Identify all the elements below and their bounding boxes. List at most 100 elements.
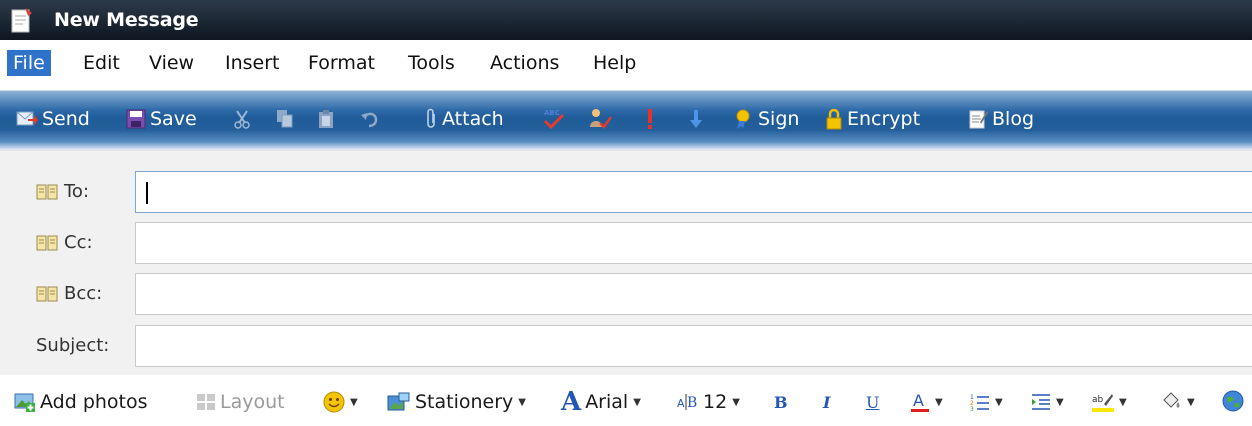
high-priority-button[interactable] bbox=[646, 105, 654, 133]
paint-bucket-icon bbox=[1163, 392, 1180, 408]
insert-hyperlink-button[interactable] bbox=[1222, 389, 1246, 415]
stationery-label: Stationery bbox=[415, 391, 514, 413]
save-icon bbox=[126, 109, 146, 129]
new-message-icon bbox=[11, 8, 32, 33]
underline-button[interactable]: U bbox=[866, 389, 879, 415]
chevron-down-icon: ▼ bbox=[1119, 396, 1127, 408]
layout-icon bbox=[197, 394, 215, 410]
svg-text:ABC: ABC bbox=[544, 109, 560, 117]
menu-edit[interactable]: Edit bbox=[77, 50, 126, 76]
font-icon: A bbox=[561, 387, 582, 417]
menu-actions[interactable]: Actions bbox=[484, 50, 565, 76]
copy-button[interactable] bbox=[276, 105, 294, 133]
chevron-down-icon: ▼ bbox=[1056, 396, 1064, 408]
bold-button[interactable]: B bbox=[774, 389, 788, 415]
copy-icon bbox=[277, 110, 293, 128]
blog-button[interactable]: Blog bbox=[968, 105, 1034, 133]
font-size-icon: A B bbox=[677, 394, 697, 411]
to-row: To: bbox=[0, 171, 1252, 215]
text-caret bbox=[146, 182, 148, 204]
bcc-label-button[interactable]: Bcc: bbox=[36, 283, 102, 304]
send-icon bbox=[16, 111, 38, 126]
encrypt-label: Encrypt bbox=[847, 108, 921, 130]
highlight-dropdown[interactable]: ab ▼ bbox=[1092, 389, 1127, 415]
encrypt-button[interactable]: Encrypt bbox=[825, 105, 920, 133]
font-family-value: Arial bbox=[585, 391, 629, 413]
bold-icon: B bbox=[774, 392, 788, 412]
font-size-dropdown[interactable]: A B 12 ▼ bbox=[677, 389, 740, 415]
to-label-button[interactable]: To: bbox=[36, 181, 89, 202]
send-label: Send bbox=[42, 108, 90, 130]
chevron-down-icon: ▼ bbox=[633, 396, 641, 408]
font-family-dropdown[interactable]: A Arial ▼ bbox=[561, 389, 641, 415]
save-button[interactable]: Save bbox=[126, 105, 197, 133]
blog-label: Blog bbox=[992, 108, 1034, 130]
subject-label-text: Subject: bbox=[36, 335, 110, 356]
add-photos-label: Add photos bbox=[40, 391, 148, 413]
cc-label: Cc: bbox=[64, 232, 93, 253]
cc-label-button[interactable]: Cc: bbox=[36, 232, 93, 253]
high-priority-icon bbox=[648, 109, 652, 129]
italic-icon: I bbox=[823, 392, 831, 412]
chevron-down-icon: ▼ bbox=[732, 396, 740, 408]
numbered-list-icon: 1 2 3 bbox=[970, 394, 989, 412]
paperclip-icon bbox=[427, 108, 435, 128]
cc-row: Cc: bbox=[0, 222, 1252, 266]
lock-icon bbox=[826, 108, 842, 130]
to-input[interactable] bbox=[135, 171, 1252, 213]
address-book-icon bbox=[36, 286, 58, 301]
menu-bar: File Edit View Insert Format Tools Actio… bbox=[0, 40, 1252, 88]
menu-file[interactable]: File bbox=[7, 50, 51, 76]
indent-dropdown[interactable]: ▼ bbox=[1031, 389, 1064, 415]
add-photos-button[interactable]: Add photos bbox=[14, 389, 148, 415]
undo-icon bbox=[361, 112, 378, 128]
sign-icon bbox=[736, 109, 750, 129]
spell-check-icon: ABC bbox=[543, 109, 565, 130]
layout-button[interactable]: Layout bbox=[196, 389, 285, 415]
bcc-row: Bcc: bbox=[0, 273, 1252, 317]
spelling-button[interactable]: ABC bbox=[541, 105, 567, 133]
bcc-input[interactable] bbox=[135, 273, 1252, 315]
paste-icon bbox=[319, 110, 333, 128]
window-title: New Message bbox=[54, 9, 199, 31]
low-priority-button[interactable] bbox=[690, 105, 702, 133]
menu-tools[interactable]: Tools bbox=[402, 50, 461, 76]
svg-text:ab: ab bbox=[1092, 395, 1104, 405]
cut-button[interactable] bbox=[234, 105, 250, 133]
stationery-dropdown[interactable]: Stationery ▼ bbox=[387, 389, 526, 415]
attach-label: Attach bbox=[442, 108, 504, 130]
stationery-icon bbox=[387, 392, 410, 411]
globe-link-icon bbox=[1222, 390, 1244, 412]
numbering-dropdown[interactable]: 1 2 3 ▼ bbox=[970, 389, 1003, 415]
message-header-fields: To: Cc: Bcc: Subject: bbox=[0, 150, 1252, 376]
cut-icon bbox=[234, 110, 250, 129]
sign-button[interactable]: Sign bbox=[734, 105, 799, 133]
emoticon-dropdown[interactable]: ▼ bbox=[323, 389, 358, 415]
paste-button[interactable] bbox=[318, 105, 334, 133]
menu-insert[interactable]: Insert bbox=[219, 50, 286, 76]
add-photos-icon bbox=[14, 393, 35, 412]
chevron-down-icon: ▼ bbox=[518, 396, 526, 408]
svg-text:A: A bbox=[913, 391, 924, 410]
title-bar: New Message bbox=[0, 0, 1252, 40]
subject-input[interactable] bbox=[135, 325, 1252, 367]
background-color-dropdown[interactable]: ▼ bbox=[1160, 389, 1195, 415]
formatting-toolbar: Add photos Layout ▼ Stationery ▼ A Arial… bbox=[0, 375, 1252, 426]
low-priority-icon bbox=[690, 110, 702, 128]
menu-format[interactable]: Format bbox=[302, 50, 381, 76]
cc-input[interactable] bbox=[135, 222, 1252, 264]
italic-button[interactable]: I bbox=[823, 389, 830, 415]
check-names-button[interactable] bbox=[588, 105, 612, 133]
indent-icon bbox=[1032, 394, 1050, 410]
menu-help[interactable]: Help bbox=[587, 50, 642, 76]
address-book-icon bbox=[36, 184, 58, 199]
font-color-dropdown[interactable]: A ▼ bbox=[910, 389, 943, 415]
attach-button[interactable]: Attach bbox=[426, 105, 504, 133]
underline-icon: U bbox=[866, 392, 880, 412]
save-label: Save bbox=[150, 108, 197, 130]
send-button[interactable]: Send bbox=[16, 105, 90, 133]
menu-view[interactable]: View bbox=[143, 50, 200, 76]
chevron-down-icon: ▼ bbox=[1187, 396, 1195, 408]
svg-text:3: 3 bbox=[970, 406, 974, 412]
undo-button[interactable] bbox=[360, 105, 380, 133]
